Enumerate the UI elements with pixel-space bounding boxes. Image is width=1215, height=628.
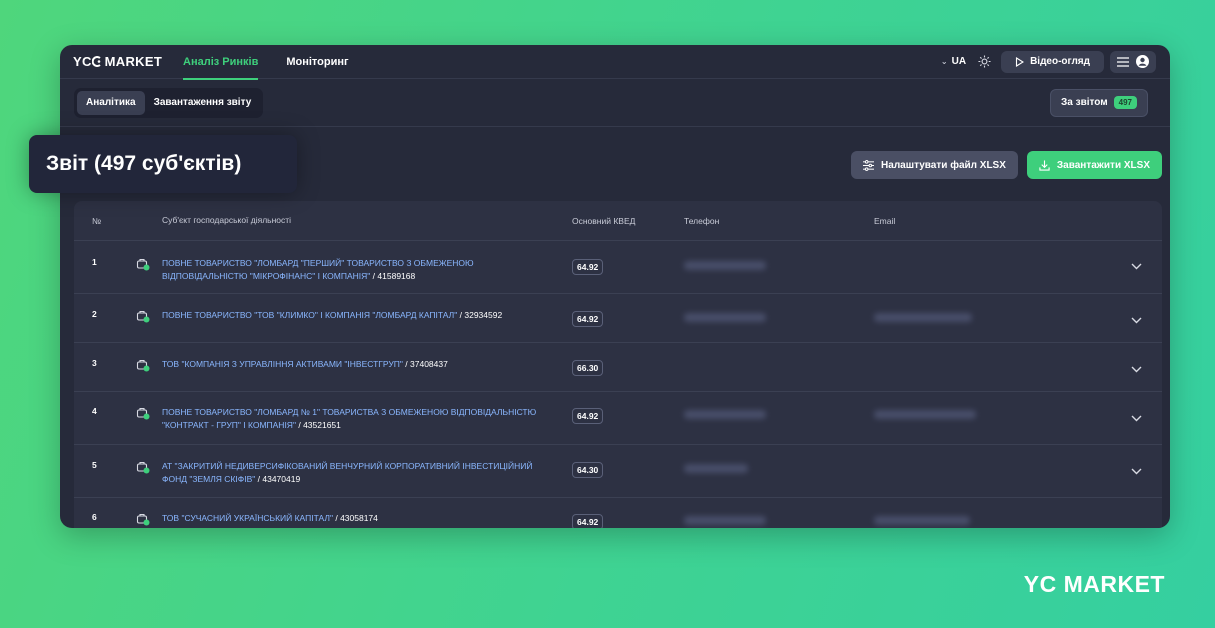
- chevron-down-icon: ⌄: [940, 57, 948, 66]
- entity-name-line2: ФОНД "ЗЕМЛЯ СКІФІВ": [162, 474, 256, 484]
- entity-code: 43470419: [262, 474, 301, 484]
- kved-tag: 64.92: [572, 259, 604, 275]
- tab-monitoring[interactable]: Моніторинг: [286, 45, 348, 79]
- table-row[interactable]: 2 ПОВНЕ ТОВАРИСТВО "ТОВ "КЛИМКО" І КОМПА…: [74, 294, 1162, 343]
- sliders-icon: [863, 159, 875, 171]
- company-verified-icon: [136, 309, 150, 323]
- entity-name-line1: ПОВНЕ ТОВАРИСТВО "ТОВ "КЛИМКО" І КОМПАНІ…: [162, 310, 458, 320]
- email-hidden: [874, 313, 972, 322]
- by-report-button[interactable]: За звітом 497: [1050, 88, 1148, 117]
- logo-mark-icon: [91, 56, 101, 67]
- entity-name-link[interactable]: АТ "ЗАКРИТИЙ НЕДИВЕРСИФІКОВАНИЙ ВЕНЧУРНИ…: [162, 460, 572, 486]
- expand-row-chevron-icon[interactable]: [1131, 409, 1142, 427]
- kved-tag: 64.30: [572, 462, 604, 478]
- table-row[interactable]: 5 АТ "ЗАКРИТИЙ НЕДИВЕРСИФІКОВАНИЙ ВЕНЧУР…: [74, 445, 1162, 498]
- entity-name-line1: ПОВНЕ ТОВАРИСТВО "ЛОМБАРД "ПЕРШИЙ" ТОВАР…: [162, 258, 474, 268]
- table-row[interactable]: 3 ТОВ "КОМПАНІЯ З УПРАВЛІННЯ АКТИВАМИ "І…: [74, 343, 1162, 392]
- entity-code: 43521651: [303, 420, 341, 430]
- company-verified-icon: [136, 257, 150, 271]
- footer-brand-text: YC MARKET: [1023, 571, 1165, 597]
- report-count-badge: 497: [1113, 96, 1137, 109]
- expand-row-chevron-icon[interactable]: [1131, 360, 1142, 378]
- sub-navbar: Аналітика Завантаження звіту За звітом 4…: [60, 79, 1170, 127]
- page-title: Звіт (497 суб'єктів): [29, 135, 297, 193]
- entities-table: № Суб'єкт господарської діяльності Основ…: [74, 201, 1162, 528]
- table-row[interactable]: 4 ПОВНЕ ТОВАРИСТВО "ЛОМБАРД № 1" ТОВАРИС…: [74, 392, 1162, 445]
- report-actions: Налаштувати файл XLSX Завантажити XLSX: [851, 151, 1162, 179]
- language-value: UA: [951, 56, 967, 67]
- phone-hidden: [684, 516, 766, 525]
- col-phone-header: Телефон: [684, 215, 720, 226]
- col-name-header: Суб'єкт господарської діяльності: [162, 215, 292, 225]
- video-overview-label: Відео-огляд: [1030, 56, 1090, 67]
- phone-hidden: [684, 464, 748, 473]
- logo-text-yc: YC: [73, 54, 92, 69]
- entity-name-line1: ТОВ "СУЧАСНИЙ УКРАЇНСЬКИЙ КАПІТАЛ": [162, 513, 333, 523]
- hamburger-icon: [1117, 56, 1129, 67]
- phone-hidden: [684, 313, 766, 322]
- entity-name-link[interactable]: ТОВ "СУЧАСНИЙ УКРАЇНСЬКИЙ КАПІТАЛ" / 430…: [162, 512, 572, 525]
- footer-brand-logo: YC MARKET: [1024, 571, 1165, 598]
- entity-name-link[interactable]: ПОВНЕ ТОВАРИСТВО "ЛОМБАРД № 1" ТОВАРИСТВ…: [162, 406, 572, 432]
- col-kved-header: Основний КВЕД: [572, 215, 636, 226]
- theme-toggle-sun-icon[interactable]: [978, 55, 991, 68]
- user-avatar-icon: [1136, 55, 1149, 68]
- tab-analytics[interactable]: Аналітика: [77, 90, 145, 115]
- entity-name-line2: "КОНТРАКТ - ГРУП" І КОМПАНІЯ": [162, 420, 296, 430]
- kved-tag: 64.92: [572, 311, 604, 327]
- app-window: YC MARKET Аналіз Ринків Моніторинг ⌄ UA …: [60, 45, 1170, 528]
- user-menu-button[interactable]: [1110, 50, 1156, 73]
- download-xlsx-button[interactable]: Завантажити XLSX: [1026, 151, 1162, 179]
- tab-market-analysis[interactable]: Аналіз Ринків: [183, 45, 259, 80]
- expand-row-chevron-icon[interactable]: [1131, 311, 1142, 329]
- kved-tag: 64.92: [572, 408, 604, 424]
- table-row[interactable]: 6 ТОВ "СУЧАСНИЙ УКРАЇНСЬКИЙ КАПІТАЛ" / 4…: [74, 498, 1162, 528]
- tab-report-download[interactable]: Завантаження звіту: [145, 91, 261, 115]
- entity-code: 41589168: [377, 271, 416, 281]
- language-select[interactable]: ⌄ UA: [941, 56, 966, 67]
- entity-name-line2: ВІДПОВІДАЛЬНІСТЮ "МІКРОФІНАНС" І КОМПАНІ…: [162, 271, 371, 281]
- video-overview-button[interactable]: Відео-огляд: [1001, 50, 1104, 73]
- play-icon: [1016, 56, 1025, 67]
- company-verified-icon: [136, 460, 150, 474]
- company-verified-icon: [136, 512, 150, 526]
- company-verified-icon: [136, 406, 150, 420]
- download-xlsx-label: Завантажити XLSX: [1056, 159, 1150, 171]
- entity-code: 43058174: [340, 513, 378, 523]
- app-logo[interactable]: YC MARKET: [73, 54, 183, 69]
- email-hidden: [874, 516, 970, 525]
- entity-name-line1: ПОВНЕ ТОВАРИСТВО "ЛОМБАРД № 1" ТОВАРИСТВ…: [162, 407, 537, 417]
- logo-text-market: MARKET: [104, 54, 163, 69]
- configure-xlsx-button[interactable]: Налаштувати файл XLSX: [851, 151, 1018, 179]
- entity-name-link[interactable]: ПОВНЕ ТОВАРИСТВО "ТОВ "КЛИМКО" І КОМПАНІ…: [162, 309, 572, 322]
- email-hidden: [874, 410, 976, 419]
- table-row[interactable]: 1 ПОВНЕ ТОВАРИСТВО "ЛОМБАРД "ПЕРШИЙ" ТОВ…: [74, 241, 1162, 294]
- phone-hidden: [684, 410, 766, 419]
- company-verified-icon: [136, 358, 150, 372]
- phone-hidden: [684, 261, 766, 270]
- top-navbar: YC MARKET Аналіз Ринків Моніторинг ⌄ UA …: [60, 45, 1170, 80]
- col-num-header: №: [92, 215, 102, 226]
- configure-xlsx-label: Налаштувати файл XLSX: [881, 159, 1006, 171]
- by-report-label: За звітом: [1061, 97, 1108, 108]
- expand-row-chevron-icon[interactable]: [1131, 257, 1142, 275]
- entity-name-line1: ТОВ "КОМПАНІЯ З УПРАВЛІННЯ АКТИВАМИ "ІНВ…: [162, 359, 403, 369]
- entity-name-line1: АТ "ЗАКРИТИЙ НЕДИВЕРСИФІКОВАНИЙ ВЕНЧУРНИ…: [162, 461, 533, 471]
- kved-tag: 64.92: [572, 514, 604, 528]
- entity-code: 37408437: [410, 359, 448, 369]
- expand-row-chevron-icon[interactable]: [1131, 462, 1142, 480]
- section-switcher: Аналітика Завантаження звіту: [74, 87, 264, 118]
- entity-name-link[interactable]: ТОВ "КОМПАНІЯ З УПРАВЛІННЯ АКТИВАМИ "ІНВ…: [162, 358, 572, 371]
- table-header: № Суб'єкт господарської діяльності Основ…: [74, 201, 1162, 241]
- entity-name-link[interactable]: ПОВНЕ ТОВАРИСТВО "ЛОМБАРД "ПЕРШИЙ" ТОВАР…: [162, 257, 572, 283]
- entity-code: 32934592: [464, 310, 503, 320]
- col-email-header: Email: [874, 215, 896, 226]
- download-icon: [1039, 159, 1050, 171]
- kved-tag: 66.30: [572, 360, 604, 376]
